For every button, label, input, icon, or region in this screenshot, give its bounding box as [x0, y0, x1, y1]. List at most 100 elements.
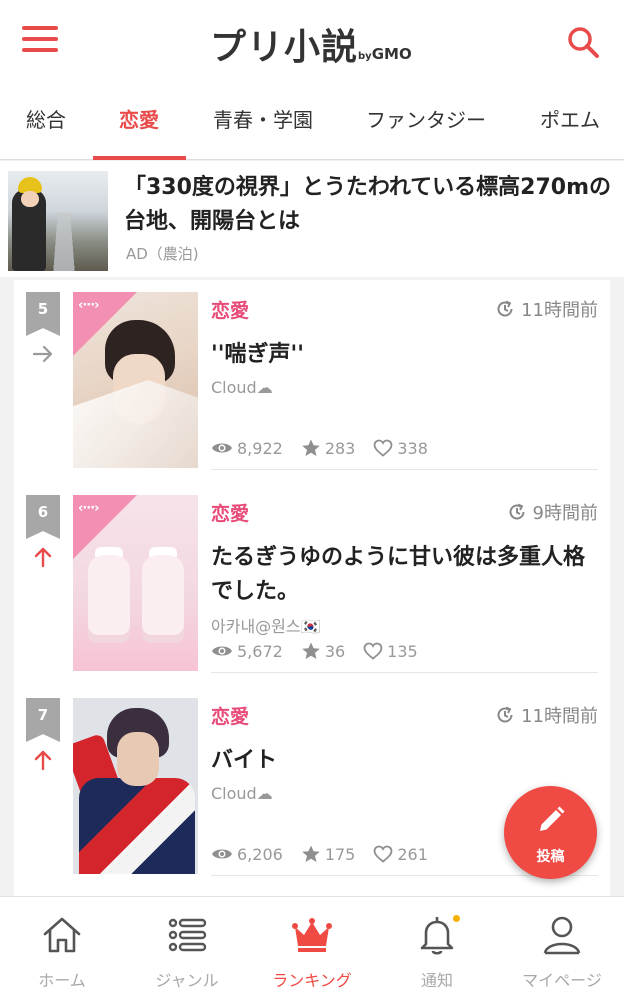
story-stats: 6,206 175 261: [211, 844, 446, 864]
app-logo[interactable]: プリ小説byGMO: [210, 18, 412, 70]
likes-stat: 338: [373, 439, 428, 458]
stars-stat: 283: [301, 438, 356, 458]
story-cover: ‹···›: [73, 292, 198, 468]
story-cover: ‹···›: [73, 495, 198, 671]
update-time: 11時間前: [495, 296, 598, 322]
story-stats: 8,922 283 338: [211, 438, 446, 458]
author-name: Cloud☁: [211, 784, 273, 803]
app-screen: プリ小説byGMO 総合 恋愛 青春・学園 ファンタジー ポエム 「330度の視…: [0, 0, 624, 1002]
eye-icon: [212, 849, 232, 859]
nav-home[interactable]: ホーム: [0, 897, 124, 1002]
user-icon: [543, 916, 581, 955]
stars-count: 175: [324, 844, 356, 864]
notification-dot: [451, 913, 462, 924]
views-stat: 6,206: [211, 845, 283, 864]
logo-by: by: [358, 51, 372, 62]
ad-banner[interactable]: 「330度の視界」とうたわれている標高270mの台地、開陽台とは AD（農泊): [0, 161, 624, 277]
arrow-right-icon: [31, 342, 55, 366]
stars-count: 36: [324, 641, 346, 661]
likes-stat: 135: [363, 642, 418, 661]
pencil-icon: [540, 806, 565, 831]
likes-count: 261: [397, 844, 428, 864]
history-icon: [509, 503, 525, 520]
story-title: ''喘ぎ声'': [211, 342, 304, 367]
heart-icon: [373, 439, 393, 457]
ranking-item[interactable]: 5 ‹···› 恋愛 11時間前 ''喘ぎ声'' Cloud☁ 8,922 28…: [14, 280, 610, 483]
tab-general[interactable]: 総合: [26, 104, 66, 133]
views-count: 6,206: [237, 844, 283, 864]
heart-icon: [363, 642, 383, 660]
list-icon: [168, 918, 207, 952]
item-divider: [211, 469, 598, 470]
update-time: 9時間前: [507, 499, 598, 525]
views-count: 5,672: [237, 641, 283, 661]
stars-count: 283: [324, 438, 356, 458]
post-button-label: 投稿: [536, 849, 565, 865]
tab-romance[interactable]: 恋愛: [119, 104, 159, 133]
rank-badge: 5: [26, 292, 60, 336]
genre-label: 恋愛: [211, 503, 250, 525]
star-icon: [302, 439, 320, 456]
item-divider: [211, 672, 598, 673]
app-header: プリ小説byGMO: [0, 0, 624, 84]
post-button[interactable]: 投稿: [504, 786, 597, 879]
ad-label: AD（農泊): [126, 245, 199, 263]
tab-youth-school[interactable]: 青春・学園: [213, 104, 313, 133]
active-tab-indicator: [93, 156, 186, 160]
nav-ranking-label: ランキング: [272, 971, 352, 990]
star-icon: [302, 642, 320, 659]
likes-count: 338: [397, 438, 428, 458]
rank-badge: 7: [26, 698, 60, 742]
tab-poem[interactable]: ポエム: [540, 104, 600, 133]
nav-ranking[interactable]: ランキング: [250, 897, 374, 1002]
eye-icon: [212, 443, 232, 453]
nav-home-label: ホーム: [38, 971, 86, 990]
time-text: 11時間前: [521, 300, 598, 321]
views-stat: 8,922: [211, 439, 283, 458]
logo-text: プリ小説: [210, 27, 359, 68]
time-text: 9時間前: [532, 503, 598, 524]
views-count: 8,922: [237, 438, 283, 458]
nav-genre-label: ジャンル: [155, 971, 219, 990]
views-stat: 5,672: [211, 642, 283, 661]
home-icon: [43, 917, 81, 953]
story-title: たるぎうゆのように甘い彼は多重人格でした。: [211, 545, 586, 604]
bottom-navigation: ホーム ジャンル ランキング 通知 マイページ: [0, 896, 624, 1002]
search-icon[interactable]: [564, 24, 604, 60]
story-cover: [73, 698, 198, 874]
eye-icon: [212, 646, 232, 656]
nav-mypage-label: マイページ: [522, 971, 602, 990]
history-icon: [497, 706, 513, 723]
code-icon: ‹···›: [78, 298, 100, 313]
hamburger-menu-icon[interactable]: [22, 26, 58, 56]
time-text: 11時間前: [521, 706, 598, 727]
crown-icon: [292, 918, 332, 952]
code-icon: ‹···›: [78, 501, 100, 516]
genre-label: 恋愛: [211, 300, 250, 322]
arrow-up-icon: [31, 545, 55, 569]
nav-notifications-label: 通知: [420, 971, 453, 990]
author-name: 아카내@원스🇰🇷: [211, 617, 321, 636]
story-stats: 5,672 36 135: [211, 641, 436, 661]
likes-count: 135: [387, 641, 418, 661]
author-name: Cloud☁: [211, 378, 273, 397]
update-time: 11時間前: [495, 702, 598, 728]
nav-genre[interactable]: ジャンル: [125, 897, 249, 1002]
ad-thumbnail: [8, 171, 108, 271]
nav-notifications[interactable]: 通知: [375, 897, 499, 1002]
nav-mypage[interactable]: マイページ: [500, 897, 624, 1002]
genre-label: 恋愛: [211, 706, 250, 728]
arrow-up-icon: [31, 748, 55, 772]
ranking-item[interactable]: 6 ‹···› 恋愛 9時間前 たるぎうゆのように甘い彼は多重人格でした。 아카…: [14, 483, 610, 686]
rank-badge: 6: [26, 495, 60, 539]
ad-title: 「330度の視界」とうたわれている標高270mの台地、開陽台とは: [124, 175, 612, 234]
stars-stat: 36: [301, 641, 345, 661]
likes-stat: 261: [373, 845, 428, 864]
stars-stat: 175: [301, 844, 356, 864]
story-title: バイト: [211, 748, 278, 773]
history-icon: [497, 300, 513, 317]
tab-fantasy[interactable]: ファンタジー: [366, 104, 486, 133]
logo-gmo: GMO: [371, 45, 412, 63]
heart-icon: [373, 845, 393, 863]
star-icon: [302, 845, 320, 862]
